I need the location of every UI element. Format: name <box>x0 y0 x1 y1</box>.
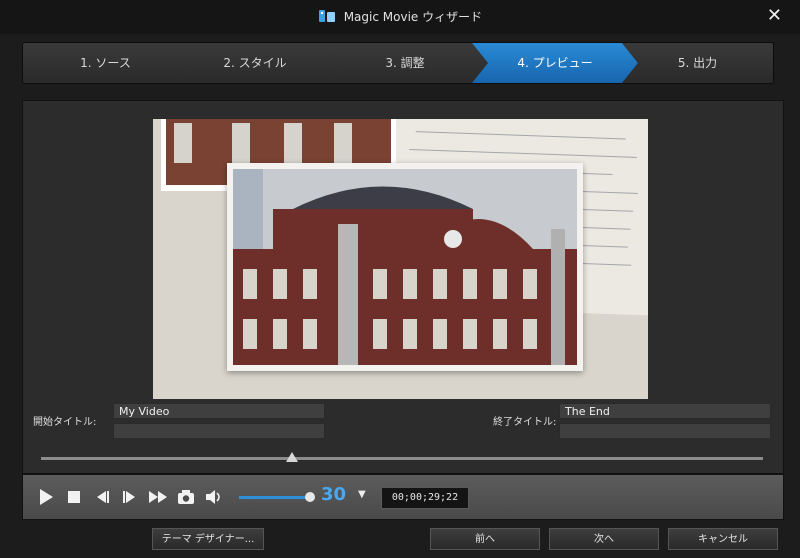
volume-slider-thumb[interactable] <box>305 492 315 502</box>
volume-icon[interactable] <box>203 486 225 508</box>
end-title-subtitle-input[interactable] <box>559 423 771 439</box>
fps-dropdown-icon[interactable]: ▼ <box>358 489 366 500</box>
step-adjust[interactable]: 3. 調整 <box>322 43 488 83</box>
volume-slider[interactable] <box>239 496 309 499</box>
fast-forward-icon[interactable] <box>147 486 169 508</box>
end-title-input[interactable]: The End <box>559 403 771 419</box>
prev-frame-icon[interactable] <box>91 486 113 508</box>
timecode-display: 00;00;29;22 <box>381 487 469 509</box>
video-preview <box>153 119 648 399</box>
start-title-subtitle-input[interactable] <box>113 423 325 439</box>
window-title-text: Magic Movie ウィザード <box>343 10 483 24</box>
step-preview[interactable]: 4. プレビュー <box>472 43 638 83</box>
end-title-label: 終了タイトル: <box>493 417 557 428</box>
start-title-input[interactable]: My Video <box>113 403 325 419</box>
preview-panel: 開始タイトル: My Video 終了タイトル: The End <box>22 100 784 474</box>
fps-value: 30 <box>321 484 347 505</box>
window-title: Magic Movie ウィザード <box>0 8 800 27</box>
theme-designer-button[interactable]: テーマ デザイナー... <box>152 528 264 550</box>
back-button[interactable]: 前へ <box>430 528 540 550</box>
wizard-steps: 1. ソース 2. スタイル 3. 調整 4. プレビュー 5. 出力 <box>22 42 774 84</box>
next-frame-icon[interactable] <box>119 486 141 508</box>
play-icon[interactable] <box>35 486 57 508</box>
camera-icon[interactable] <box>175 486 197 508</box>
player-controls: 30 ▼ 00;00;29;22 <box>22 474 784 520</box>
cancel-button[interactable]: キャンセル <box>668 528 778 550</box>
stop-icon[interactable] <box>63 486 85 508</box>
building-photo <box>227 163 583 371</box>
step-source[interactable]: 1. ソース <box>23 43 188 83</box>
start-title-label: 開始タイトル: <box>33 417 97 428</box>
step-style[interactable]: 2. スタイル <box>172 43 338 83</box>
next-button[interactable]: 次へ <box>549 528 659 550</box>
magic-movie-icon <box>318 8 336 27</box>
step-output[interactable]: 5. 出力 <box>622 43 773 83</box>
seek-thumb[interactable] <box>286 452 298 462</box>
seek-bar[interactable] <box>41 457 763 460</box>
title-bar: Magic Movie ウィザード ✕ <box>0 0 800 34</box>
close-icon[interactable]: ✕ <box>767 6 782 26</box>
